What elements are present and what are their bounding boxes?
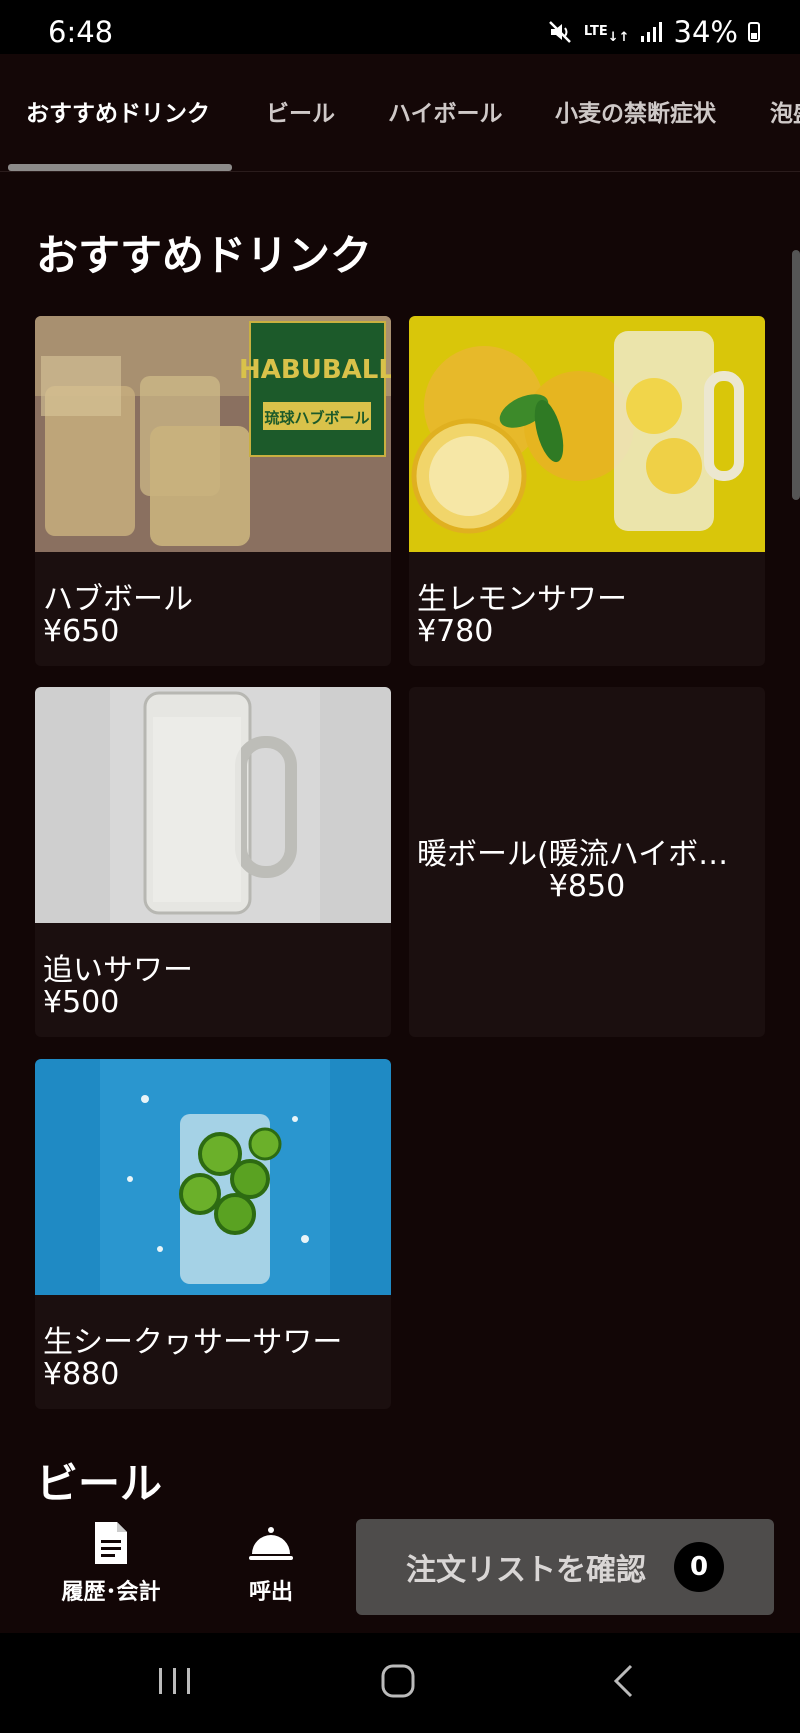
menu-item-price: ¥650 bbox=[43, 614, 120, 649]
call-staff-button[interactable]: 呼出 bbox=[236, 1520, 306, 1606]
scrollbar[interactable] bbox=[792, 250, 800, 500]
battery-icon bbox=[748, 22, 760, 42]
bottom-action-bar: 履歴･会計 呼出 注文リストを確認 0 bbox=[0, 1500, 800, 1633]
mute-icon bbox=[548, 20, 574, 44]
status-time: 6:48 bbox=[48, 15, 114, 49]
shikuwasa-sour-image bbox=[35, 1059, 391, 1295]
service-bell-icon bbox=[249, 1527, 293, 1560]
call-staff-label: 呼出 bbox=[248, 1580, 293, 1605]
lte-icon: LTE ↓↑ bbox=[583, 24, 630, 45]
battery-percent: 34% bbox=[673, 15, 738, 49]
status-bar: 6:48 LTE ↓↑ 34% bbox=[0, 0, 800, 54]
recent-apps-icon[interactable] bbox=[157, 1666, 193, 1700]
habuball-image: HABUBALL 琉球ハブボール bbox=[35, 316, 391, 552]
category-tabs: おすすめドリンク ビール ハイボール 小麦の禁断症状 泡盛 bbox=[0, 54, 800, 172]
menu-item-card[interactable]: 追いサワー ¥500 bbox=[35, 687, 391, 1037]
menu-item-card[interactable]: 暖ボール(暖流ハイボー… ¥850 bbox=[409, 687, 765, 1037]
history-checkout-label: 履歴･会計 bbox=[61, 1580, 161, 1605]
system-navigation-bar bbox=[0, 1633, 800, 1733]
tabs-divider bbox=[0, 171, 800, 172]
confirm-order-label: 注文リストを確認 bbox=[406, 1553, 646, 1588]
tab-awamori[interactable]: 泡盛 bbox=[770, 94, 800, 128]
tab-recommended[interactable]: おすすめドリンク bbox=[26, 94, 210, 128]
section-title-recommended: おすすめドリンク bbox=[36, 231, 373, 280]
signal-icon bbox=[640, 21, 664, 43]
habuball-logo-subtext: 琉球ハブボール bbox=[264, 409, 369, 427]
order-count-badge: 0 bbox=[674, 1542, 724, 1592]
tab-beer[interactable]: ビール bbox=[266, 94, 335, 128]
menu-item-name: 追いサワー bbox=[43, 953, 193, 988]
network-label: LTE bbox=[583, 24, 608, 39]
menu-item-name: 生シークヮサーサワー bbox=[43, 1325, 343, 1360]
tab-wheat[interactable]: 小麦の禁断症状 bbox=[555, 94, 716, 128]
menu-item-card[interactable]: 生シークヮサーサワー ¥880 bbox=[35, 1059, 391, 1409]
menu-item-name: 暖ボール(暖流ハイボー… bbox=[417, 837, 757, 872]
habuball-logo-text: HABUBALL bbox=[239, 355, 391, 385]
menu-item-name: ハブボール bbox=[43, 582, 193, 617]
menu-item-card[interactable]: 生レモンサワー ¥780 bbox=[409, 316, 765, 666]
status-icons: LTE ↓↑ 34% bbox=[548, 15, 760, 49]
active-tab-indicator bbox=[8, 164, 232, 171]
menu-item-name: 生レモンサワー bbox=[417, 582, 627, 617]
back-icon[interactable] bbox=[611, 1663, 635, 1703]
document-icon bbox=[95, 1522, 127, 1564]
lemon-sour-image bbox=[409, 316, 765, 552]
menu-item-price: ¥500 bbox=[43, 985, 120, 1020]
menu-item-price: ¥880 bbox=[43, 1357, 120, 1392]
history-checkout-button[interactable]: 履歴･会計 bbox=[56, 1520, 166, 1606]
confirm-order-list-button[interactable]: 注文リストを確認 0 bbox=[356, 1519, 774, 1615]
menu-item-price: ¥850 bbox=[548, 869, 626, 904]
tab-highball[interactable]: ハイボール bbox=[388, 94, 503, 128]
menu-item-price: ¥780 bbox=[417, 614, 494, 649]
home-icon[interactable] bbox=[380, 1663, 416, 1703]
oi-sour-image bbox=[35, 687, 391, 923]
menu-item-card[interactable]: HABUBALL 琉球ハブボール ハブボール ¥650 bbox=[35, 316, 391, 666]
